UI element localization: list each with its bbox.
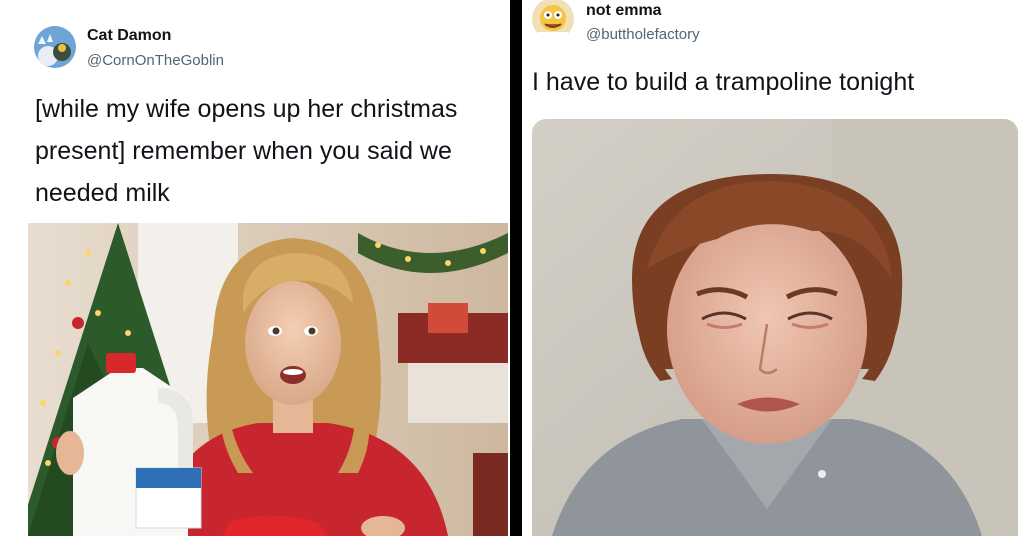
right-tweet-text: I have to build a trampoline tonight (532, 68, 915, 96)
right-avatar[interactable] (532, 0, 574, 40)
panel-divider (510, 0, 522, 536)
cat-avatar-icon (34, 26, 76, 68)
right-display-name[interactable]: not emma (586, 2, 662, 20)
left-avatar[interactable] (34, 26, 76, 68)
right-handle[interactable]: @buttholefactory (586, 26, 700, 43)
crying-woman-photo (532, 119, 1018, 536)
cartoon-avatar-icon (532, 0, 574, 40)
right-tweet-card: not emma @buttholefactory I have to buil… (522, 0, 1024, 536)
left-tweet-card: Cat Damon @CornOnTheGoblin [while my wif… (0, 0, 510, 536)
left-handle[interactable]: @CornOnTheGoblin (87, 52, 224, 69)
woman-opening-milk-jug-christmas-photo (28, 223, 508, 536)
left-tweet-text: [while my wife opens up her christmas pr… (35, 95, 458, 207)
left-display-name[interactable]: Cat Damon (87, 27, 171, 45)
